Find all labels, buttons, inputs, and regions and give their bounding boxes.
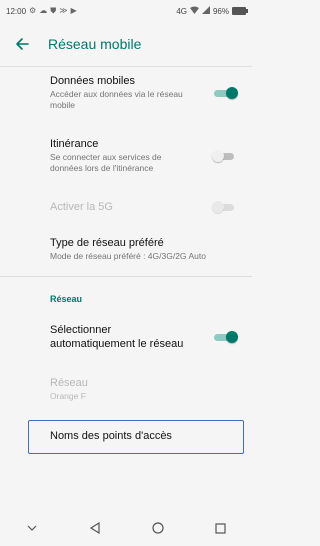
- recents-square-icon: [215, 522, 226, 534]
- toggle-thumb: [212, 201, 224, 213]
- nav-collapse-button[interactable]: [12, 513, 52, 543]
- app-bar: Réseau mobile: [0, 22, 252, 66]
- mobile-data-toggle[interactable]: [214, 87, 238, 99]
- setting-title: Activer la 5G: [50, 201, 113, 213]
- enable-5g-toggle: [212, 201, 236, 213]
- cell-signal-icon: [201, 6, 210, 16]
- signal-icon: ≫: [59, 6, 68, 15]
- status-right: 4G 96%: [176, 6, 248, 16]
- play-icon: ▶: [70, 6, 77, 15]
- nav-home-button[interactable]: [138, 513, 178, 543]
- battery-fill: [233, 8, 245, 14]
- status-time: 12:00: [6, 6, 27, 16]
- section-header-network: Réseau: [50, 294, 83, 304]
- setting-title: Type de réseau préféré: [50, 237, 164, 249]
- section-divider: [0, 276, 252, 277]
- status-left: 12:00 ⚙ ☁ ⛊ ≫ ▶: [6, 7, 77, 16]
- network-type: 4G: [176, 6, 187, 16]
- shield-icon: ⛊: [50, 6, 57, 15]
- roaming-toggle[interactable]: [212, 150, 236, 162]
- home-circle-icon: [151, 522, 164, 534]
- auto-select-toggle[interactable]: [214, 331, 238, 343]
- toggle-thumb: [226, 331, 238, 343]
- chevron-down-icon: [27, 525, 36, 531]
- page-title: Réseau mobile: [48, 36, 142, 52]
- cloud-icon: ☁: [39, 6, 48, 15]
- header-divider: [0, 66, 252, 67]
- battery-icon: [232, 7, 248, 15]
- setting-network: Réseau Orange F: [0, 376, 252, 402]
- arrow-left-icon: [16, 38, 29, 50]
- status-bar: 12:00 ⚙ ☁ ⛊ ≫ ▶ 4G 96%: [0, 0, 252, 22]
- setting-title: Itinérance: [50, 138, 99, 150]
- selection-highlight: [28, 420, 244, 454]
- nav-recents-button[interactable]: [201, 513, 241, 543]
- back-triangle-icon: [89, 522, 100, 534]
- toggle-thumb: [212, 150, 224, 162]
- setting-title: Données mobiles: [50, 75, 135, 87]
- nav-back-button[interactable]: [75, 513, 115, 543]
- setting-preferred-network[interactable]: Type de réseau préféré Mode de réseau pr…: [0, 236, 252, 262]
- setting-title: Réseau: [50, 377, 88, 389]
- setting-title: Sélectionner automatiquement le réseau: [50, 324, 184, 350]
- toggle-thumb: [226, 87, 238, 99]
- back-button[interactable]: [4, 26, 40, 62]
- setting-subtitle: Se connecter aux services de données lor…: [50, 152, 162, 173]
- setting-subtitle: Mode de réseau préféré : 4G/3G/2G Auto: [50, 251, 206, 261]
- navigation-bar: [0, 510, 252, 546]
- setting-subtitle: Accéder aux données via le réseau mobile: [50, 89, 183, 110]
- setting-subtitle: Orange F: [50, 391, 86, 401]
- settings-icon: ⚙: [29, 6, 37, 15]
- wifi-icon: [189, 6, 199, 16]
- battery-text: 96%: [212, 6, 229, 16]
